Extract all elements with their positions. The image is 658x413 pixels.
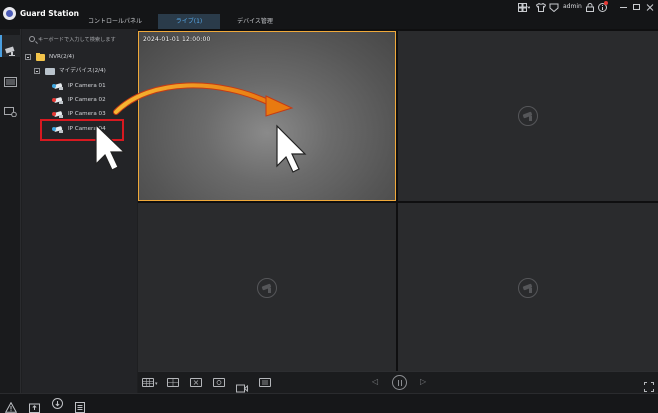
tab-control-panel[interactable]: コントロールパネル: [80, 14, 150, 29]
collapse-toggle-icon[interactable]: [25, 54, 31, 60]
camera-online-icon: [52, 83, 65, 90]
search-box: [26, 34, 136, 46]
empty-camera-icon: [257, 278, 277, 298]
tree-node-my-devices[interactable]: マイデバイス(2/4): [34, 66, 134, 77]
playback-icon[interactable]: [4, 72, 17, 87]
record-icon[interactable]: [236, 378, 248, 393]
settings-icon[interactable]: [4, 102, 17, 118]
tab-live[interactable]: ライブ(1): [158, 14, 220, 29]
user-icon[interactable]: [549, 3, 559, 14]
nvr-device-icon: [45, 68, 55, 75]
live-view-toolbar: ▾ ◁ ▷: [138, 371, 658, 393]
collapse-toggle-icon[interactable]: [34, 68, 40, 74]
lock-icon[interactable]: [586, 3, 594, 14]
layout-grid-icon[interactable]: [518, 3, 531, 14]
minimize-icon[interactable]: [620, 3, 628, 14]
video-cell-1[interactable]: 2024-01-01 12:00:00: [138, 31, 396, 201]
maximize-icon[interactable]: [633, 3, 641, 14]
alarm-icon[interactable]: [4, 398, 18, 413]
pause-icon[interactable]: [392, 375, 407, 390]
title-bar: Guard Station コントロールパネル ライブ(1) デバイス管理 ad…: [0, 0, 658, 29]
video-cell-3[interactable]: [138, 203, 396, 371]
tree-node-nvr[interactable]: NVR(2/4): [25, 52, 135, 63]
video-cell-4[interactable]: [398, 203, 658, 371]
folder-icon: [36, 53, 45, 61]
download-icon[interactable]: [52, 398, 63, 409]
tree-item-camera-01[interactable]: IP Camera 01: [52, 81, 134, 92]
camera-label: IP Camera 02: [68, 97, 106, 103]
search-input[interactable]: [38, 35, 134, 45]
export-icon[interactable]: [29, 398, 40, 413]
notification-badge: [604, 1, 608, 5]
tree-item-camera-02[interactable]: IP Camera 02: [52, 95, 134, 106]
camera-label: IP Camera 01: [68, 83, 106, 89]
prev-icon[interactable]: ◁: [372, 377, 378, 387]
video-osd-timestamp: 2024-01-01 12:00:00: [143, 36, 211, 43]
username-label[interactable]: admin: [563, 3, 582, 10]
shirt-icon[interactable]: [535, 2, 547, 14]
fullscreen-icon[interactable]: [644, 377, 654, 392]
tab-device-management[interactable]: デバイス管理: [225, 14, 285, 29]
split-window-icon[interactable]: [167, 378, 179, 387]
live-view-grid: 2024-01-01 12:00:00: [138, 29, 658, 371]
live-view-icon[interactable]: [4, 41, 17, 56]
camera-offline-icon: [52, 97, 65, 104]
empty-camera-icon: [518, 278, 538, 298]
next-icon[interactable]: ▷: [420, 377, 426, 387]
navigation-rail: [0, 29, 21, 393]
search-icon: [29, 36, 35, 42]
highlight-box: [40, 119, 124, 141]
snapshot-icon[interactable]: [213, 378, 225, 387]
layout-select-icon[interactable]: [142, 378, 154, 387]
video-cell-2[interactable]: [398, 31, 658, 201]
app-logo-icon: [3, 7, 16, 20]
device-tree-panel: NVR(2/4) マイデバイス(2/4) IP Camera 01 IP Cam…: [22, 29, 137, 393]
app-title: Guard Station: [20, 9, 79, 18]
task-list-icon[interactable]: [75, 398, 86, 413]
video-icon[interactable]: [259, 378, 271, 387]
empty-camera-icon: [518, 106, 538, 126]
tree-node-label: NVR(2/4): [49, 54, 75, 60]
tree-node-label: マイデバイス(2/4): [59, 68, 106, 74]
close-icon[interactable]: [646, 3, 654, 14]
chevron-down-icon[interactable]: ▾: [155, 381, 158, 387]
close-all-icon[interactable]: [190, 378, 202, 387]
status-bar: [0, 393, 658, 413]
camera-offline-icon: [52, 111, 65, 118]
